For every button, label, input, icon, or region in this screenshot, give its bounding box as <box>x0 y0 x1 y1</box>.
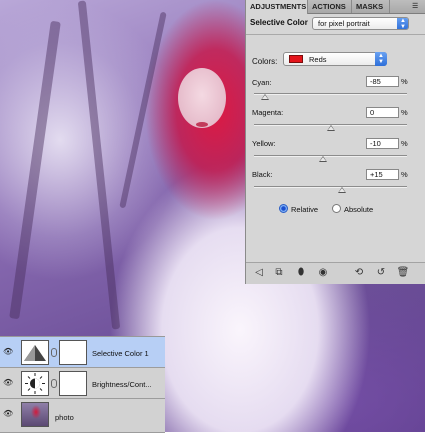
colors-value: Reds <box>309 55 327 64</box>
visibility-icon[interactable]: ◉ <box>316 267 330 279</box>
yellow-unit: % <box>401 139 408 148</box>
layer-mask-thumb[interactable] <box>59 340 87 365</box>
black-unit: % <box>401 170 408 179</box>
panel-header: Selective Color for pixel portrait ▲ ▼ <box>246 14 425 35</box>
tree-trunk <box>9 20 61 320</box>
magenta-label: Magenta: <box>252 108 284 117</box>
layer-name: photo <box>55 413 74 422</box>
relative-radio[interactable] <box>279 204 288 213</box>
cyan-label: Cyan: <box>252 78 272 87</box>
tab-actions[interactable]: ACTIONS <box>308 0 352 13</box>
black-slider-track[interactable] <box>254 186 407 188</box>
reset-icon[interactable]: ↺ <box>374 267 388 279</box>
colors-label: Colors: <box>252 57 278 66</box>
delete-icon[interactable]: 🗑 <box>396 267 410 279</box>
layer-row[interactable]: 👁 Brightness/Cont... <box>0 368 165 399</box>
black-label: Black: <box>252 170 273 179</box>
tab-adjustments[interactable]: ADJUSTMENTS <box>246 0 308 14</box>
absolute-label: Absolute <box>344 205 374 214</box>
layer-row[interactable]: 👁 Selective Color 1 <box>0 337 165 368</box>
back-arrow-icon[interactable]: ◁ <box>252 267 266 279</box>
view-previous-icon[interactable]: ⟲ <box>352 267 366 279</box>
adjustment-title: Selective Color <box>250 18 308 27</box>
layer-name: Brightness/Cont... <box>92 380 152 389</box>
layers-panel: 👁 Selective Color 1 👁 Brightness/Cont...… <box>0 336 165 433</box>
colors-select[interactable]: Reds ▲ ▼ <box>283 52 387 66</box>
selective-color-thumb <box>21 340 49 365</box>
magenta-slider-thumb[interactable] <box>326 125 335 131</box>
brightness-icon <box>25 373 45 394</box>
preset-value: for pixel portrait <box>318 19 370 28</box>
portrait-lips <box>196 122 208 127</box>
layer-mask-thumb[interactable] <box>59 371 87 396</box>
clip-layer-icon[interactable]: ⬮ <box>294 267 308 279</box>
absolute-radio[interactable] <box>332 204 341 213</box>
preset-select[interactable]: for pixel portrait ▲ ▼ <box>312 17 409 30</box>
cyan-slider-track[interactable] <box>254 93 407 95</box>
tab-masks[interactable]: MASKS <box>352 0 390 13</box>
layer-name: Selective Color 1 <box>92 349 149 358</box>
magenta-input[interactable]: 0 <box>366 107 399 118</box>
photo-thumb <box>21 402 49 427</box>
layer-row[interactable]: 👁 photo <box>0 399 165 433</box>
black-input[interactable]: +15 <box>366 169 399 180</box>
cyan-input[interactable]: -85 <box>366 76 399 87</box>
panel-menu-icon[interactable]: ☰ <box>412 3 422 10</box>
link-icon[interactable] <box>51 379 57 388</box>
panel-tab-bar: ADJUSTMENTS ACTIONS MASKS ☰ <box>246 0 425 14</box>
magenta-unit: % <box>401 108 408 117</box>
select-arrows-icon: ▲ ▼ <box>375 52 387 66</box>
eye-icon[interactable]: 👁 <box>3 410 14 418</box>
link-icon[interactable] <box>51 348 57 357</box>
cyan-slider-thumb[interactable] <box>261 94 270 100</box>
panel-view-icon[interactable]: ⧉ <box>272 267 286 279</box>
eye-icon[interactable]: 👁 <box>3 379 14 387</box>
black-slider-thumb[interactable] <box>337 187 346 193</box>
relative-label: Relative <box>291 205 319 214</box>
yellow-slider-track[interactable] <box>254 155 407 157</box>
yellow-slider-thumb[interactable] <box>318 156 327 162</box>
yellow-input[interactable]: -10 <box>366 138 399 149</box>
tree-trunk <box>119 11 167 209</box>
adjustments-panel: ADJUSTMENTS ACTIONS MASKS ☰ Selective Co… <box>245 0 425 284</box>
panel-toolbar: ◁ ⧉ ⬮ ◉ ⟲ ↺ 🗑 <box>246 262 425 284</box>
eye-icon[interactable]: 👁 <box>3 348 14 356</box>
cyan-unit: % <box>401 77 408 86</box>
select-arrows-icon: ▲ ▼ <box>397 18 408 29</box>
adjustment-layer-icon <box>24 345 46 361</box>
color-swatch <box>289 55 303 63</box>
yellow-label: Yellow: <box>252 139 276 148</box>
portrait-face <box>178 68 226 128</box>
tree-trunk <box>77 0 121 330</box>
brightness-contrast-thumb <box>21 371 49 396</box>
